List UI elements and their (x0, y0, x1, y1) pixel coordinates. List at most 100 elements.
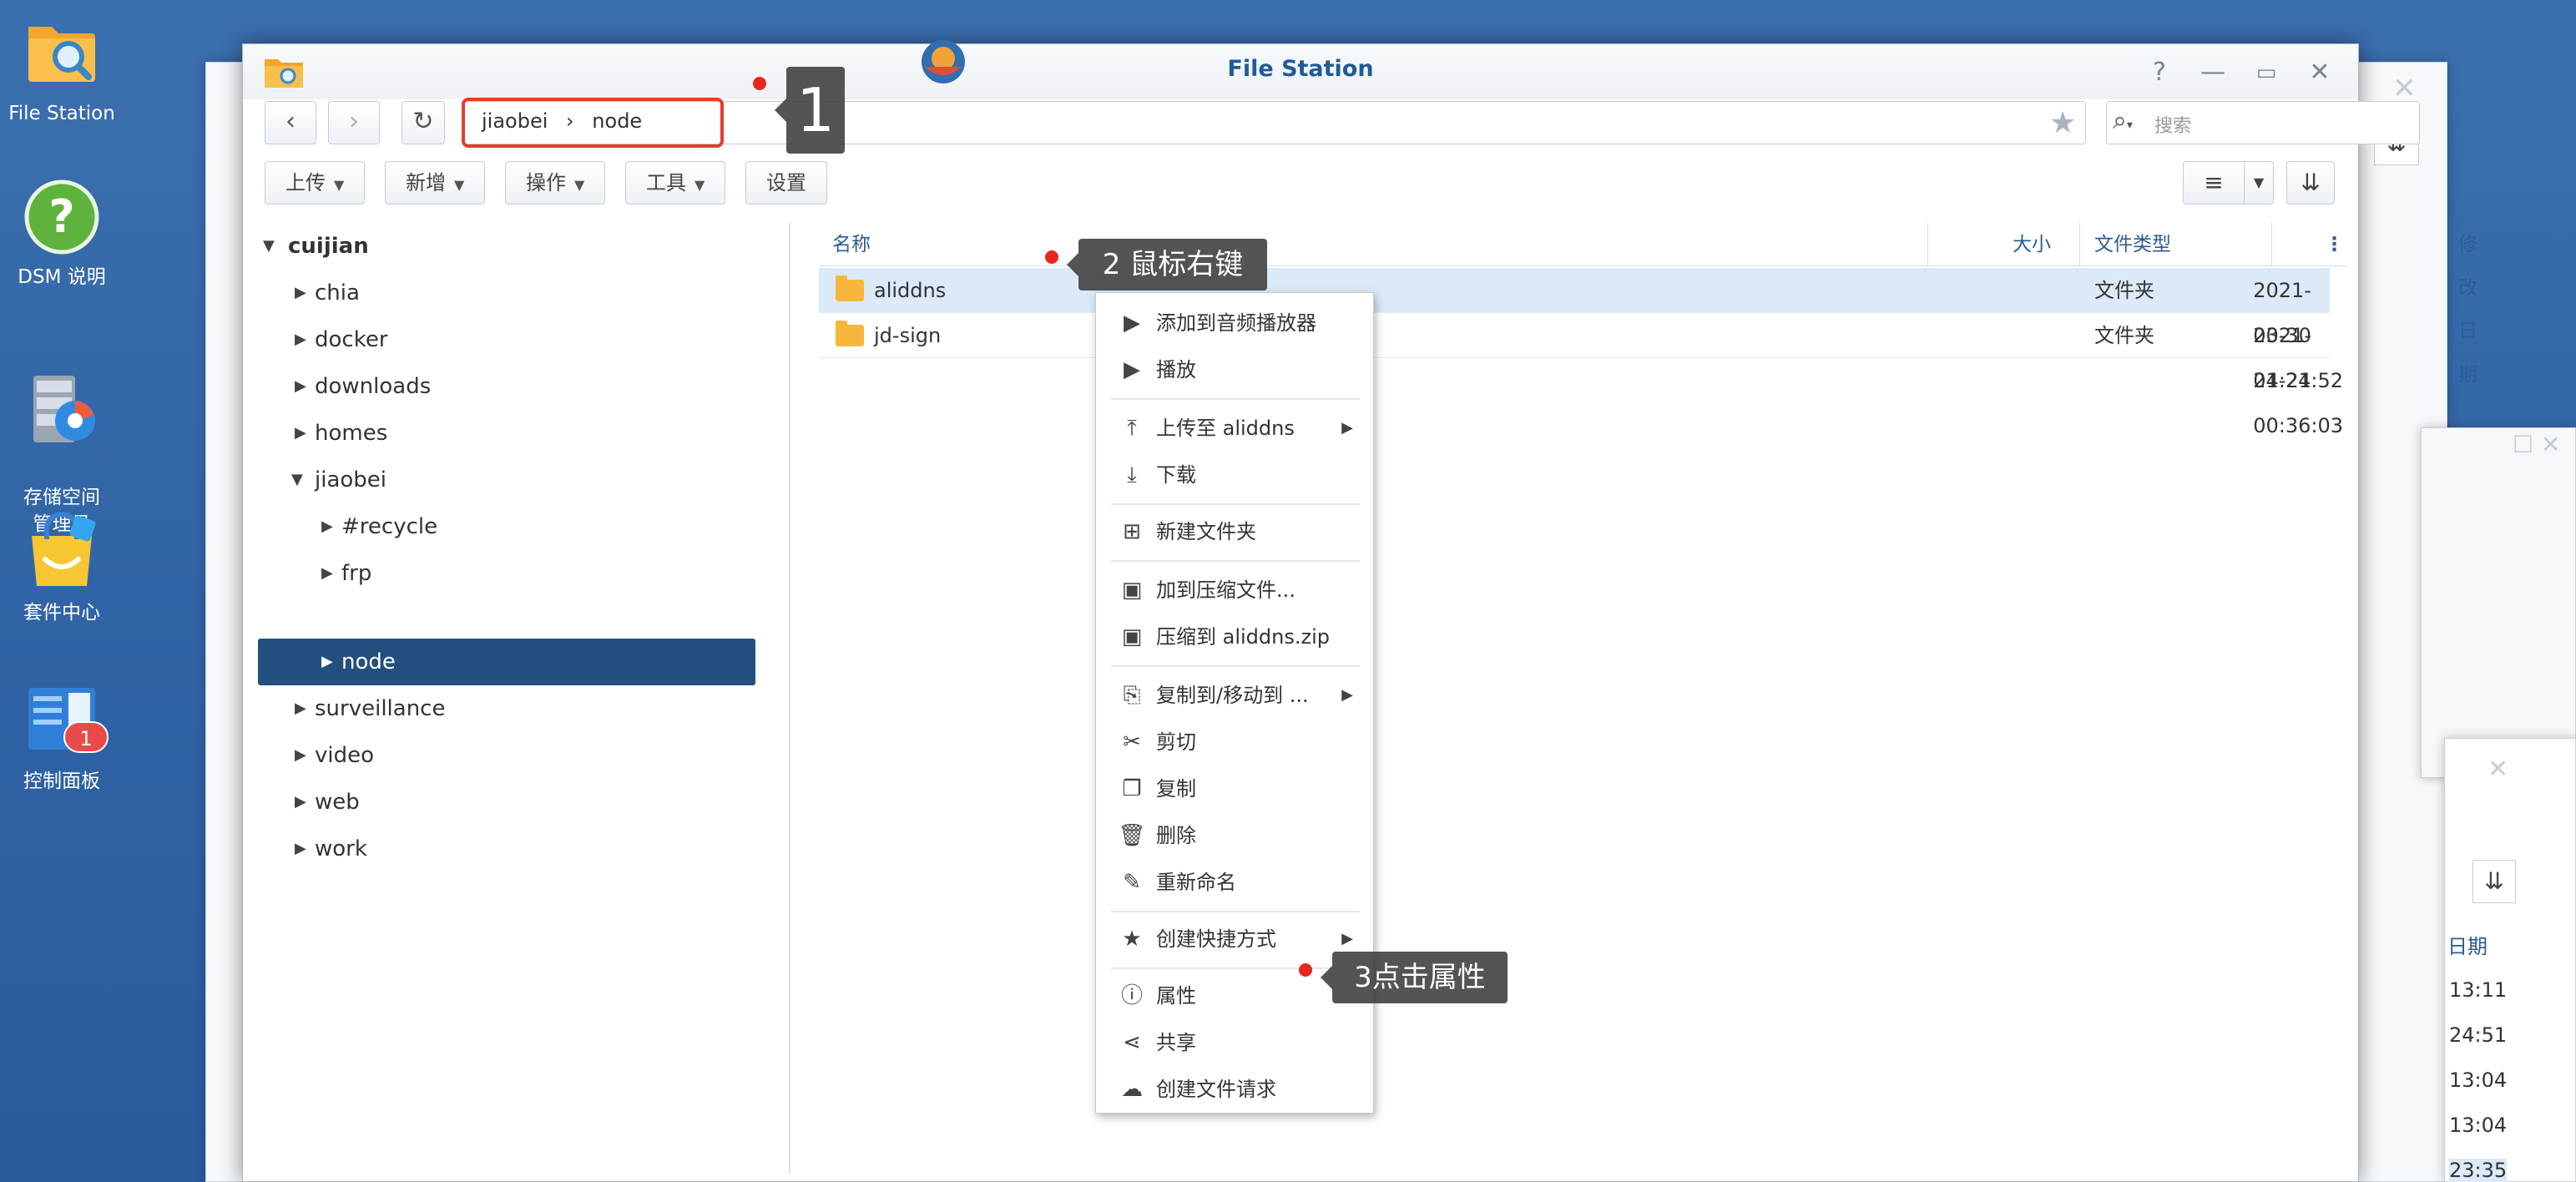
menu-item-play[interactable]: ▶ 播放 (1096, 346, 1373, 393)
column-header-modified[interactable]: 修改日期 (2458, 223, 2478, 386)
background-column-header: 日期 (2447, 935, 2488, 958)
desktop-icon-dsm-help[interactable]: ? DSM 说明 (0, 175, 124, 290)
tree-item-chia[interactable]: ▶ chia (258, 270, 759, 316)
menu-item-copy[interactable]: ❐ 复制 (1096, 765, 1373, 812)
copy-icon: ❐ (1122, 776, 1142, 801)
submenu-arrow-icon: ▶ (1341, 419, 1353, 437)
storage-manager-icon (33, 376, 95, 442)
menu-item-download[interactable]: ⤓ 下载 (1096, 452, 1373, 498)
menu-item-create-file-request[interactable]: ☁ 创建文件请求 (1096, 1066, 1373, 1113)
tree-item-node[interactable]: ▶ node (258, 639, 755, 685)
list-view-button[interactable]: ≡ (2183, 161, 2245, 205)
background-window-bottom-sort-icon[interactable]: ⇊ (2472, 860, 2516, 903)
share-icon: ⋖ (1123, 1030, 1141, 1055)
desktop-icon-package-center[interactable]: 套件中心 (0, 511, 124, 626)
svg-text:?: ? (48, 190, 74, 243)
file-station-folder-icon (28, 27, 95, 82)
menu-item-upload-to[interactable]: ⤒ 上传至 aliddns ▶ (1096, 405, 1373, 452)
settings-button[interactable]: 设置 (745, 161, 827, 205)
breadcrumb-segment[interactable]: node (592, 109, 642, 133)
breadcrumb-separator: › (566, 109, 574, 133)
caret-right-icon: ▶ (295, 746, 306, 764)
table-row[interactable]: aliddns 文件夹 2021-03-30 21:24:52 (819, 268, 2343, 392)
background-window-right-close-icon[interactable]: ☐ ✕ (2513, 431, 2560, 458)
chevron-left-icon: ‹ (285, 107, 295, 136)
background-time-cell: 13:11 (2449, 978, 2508, 1002)
desktop-icon-storage-manager[interactable]: 存储空间 管理员 (0, 342, 124, 538)
file-modified: 2021-04-21 00:36:03 (2253, 324, 2343, 437)
menu-item-add-to-archive[interactable]: ▣ 加到压缩文件... (1096, 567, 1373, 614)
maximize-icon[interactable]: ▭ (2250, 56, 2283, 89)
tools-button[interactable]: 工具 ▼ (625, 161, 726, 205)
menu-item-share[interactable]: ⋖ 共享 (1096, 1019, 1373, 1066)
favorite-star-icon[interactable]: ★ (2049, 106, 2076, 140)
package-center-bag-icon (32, 512, 96, 586)
avatar (922, 40, 965, 83)
minimize-icon[interactable]: — (2196, 56, 2230, 89)
menu-item-cut[interactable]: ✂ 剪切 (1096, 719, 1373, 765)
annotation-dot (1045, 250, 1058, 264)
search-input[interactable] (2106, 101, 2420, 144)
breadcrumb-segment[interactable]: jiaobei (482, 109, 548, 133)
close-icon[interactable]: ✕ (2303, 56, 2336, 89)
star-icon: ★ (1122, 927, 1142, 952)
archive-icon: ▣ (1121, 624, 1143, 649)
table-row[interactable]: jd-sign 文件夹 2021-04-21 00:36:03 (819, 313, 2343, 437)
background-window-right (2421, 427, 2576, 778)
caret-down-icon: ▼ (2253, 174, 2265, 190)
caret-right-icon: ▶ (295, 284, 306, 301)
tree-root-cuijian[interactable]: ▼ cuijian (258, 223, 759, 270)
refresh-button[interactable]: ↻ (402, 101, 445, 144)
tree-item-jiaobei[interactable]: ▼ jiaobei (258, 457, 759, 503)
menu-item-compress-zip[interactable]: ▣ 压缩到 aliddns.zip (1096, 614, 1373, 660)
tree-item-homes[interactable]: ▶ homes (258, 410, 759, 457)
tree-item-docker[interactable]: ▶ docker (258, 316, 759, 363)
desktop-icon-control-panel[interactable]: 1 控制面板 (0, 679, 124, 795)
caret-down-icon: ▼ (454, 177, 465, 193)
tree-item-frp[interactable]: ▶ frp (258, 550, 759, 597)
caret-down-icon: ▼ (291, 471, 303, 488)
caret-right-icon: ▶ (295, 793, 306, 811)
background-window-bottom-close-icon[interactable]: ✕ (2488, 755, 2508, 784)
menu-item-new-folder[interactable]: ⊞ 新建文件夹 (1096, 508, 1373, 555)
caret-down-icon: ▼ (334, 177, 345, 193)
help-icon[interactable]: ? (2143, 56, 2176, 89)
search-icon[interactable]: ⌕▾ (2113, 106, 2133, 135)
forward-button[interactable]: › (328, 101, 380, 144)
column-header-type[interactable]: 文件类型 (2094, 223, 2171, 266)
back-button[interactable]: ‹ (265, 101, 316, 144)
refresh-icon: ↻ (412, 107, 434, 136)
tree-item-work[interactable]: ▶ work (258, 826, 759, 872)
menu-item-rename[interactable]: ✎ 重新命名 (1096, 859, 1373, 906)
column-header-name[interactable]: 名称 (832, 223, 871, 266)
column-menu-icon[interactable]: ⋮ (2325, 223, 2344, 266)
pencil-icon: ✎ (1123, 870, 1141, 895)
menu-item-copy-move-to[interactable]: ⎘ 复制到/移动到 ... ▶ (1096, 672, 1373, 719)
caret-right-icon: ▶ (295, 424, 306, 442)
caret-down-icon: ▼ (695, 177, 705, 193)
tree-item-web[interactable]: ▶ web (258, 779, 759, 826)
tree-item-downloads[interactable]: ▶ downloads (258, 363, 759, 410)
menu-item-delete[interactable]: 🗑 删除 (1096, 812, 1373, 859)
tree-item-surveillance[interactable]: ▶ surveillance (258, 685, 759, 732)
view-dropdown-button[interactable]: ▼ (2244, 161, 2274, 205)
breadcrumb[interactable]: jiaobei › node (482, 109, 642, 133)
desktop-icon-label: 控制面板 (23, 770, 100, 792)
window-titlebar[interactable]: File Station ? — ▭ ✕ (243, 44, 2358, 99)
desktop-icon-file-station[interactable]: File Station (0, 12, 124, 127)
window-title: File Station (1227, 56, 1374, 82)
annotation-dot (753, 77, 766, 90)
sort-button[interactable]: ⇊ (2286, 161, 2335, 205)
menu-item-add-to-audio-player[interactable]: ▶ 添加到音频播放器 (1096, 300, 1373, 346)
caret-right-icon: ▶ (321, 564, 333, 582)
upload-icon: ⤒ (1127, 416, 1137, 441)
file-type: 文件夹 (2094, 324, 2154, 347)
tree-item-video[interactable]: ▶ video (258, 732, 759, 779)
caret-right-icon: ▶ (321, 653, 333, 670)
upload-button[interactable]: 上传 ▼ (265, 161, 366, 205)
action-button[interactable]: 操作 ▼ (505, 161, 606, 205)
tree-item-recycle[interactable]: ▶ #recycle (258, 503, 759, 550)
background-window-close-icon[interactable]: ✕ (2392, 72, 2417, 105)
column-header-size[interactable]: 大小 (2013, 223, 2051, 266)
new-button[interactable]: 新增 ▼ (385, 161, 486, 205)
